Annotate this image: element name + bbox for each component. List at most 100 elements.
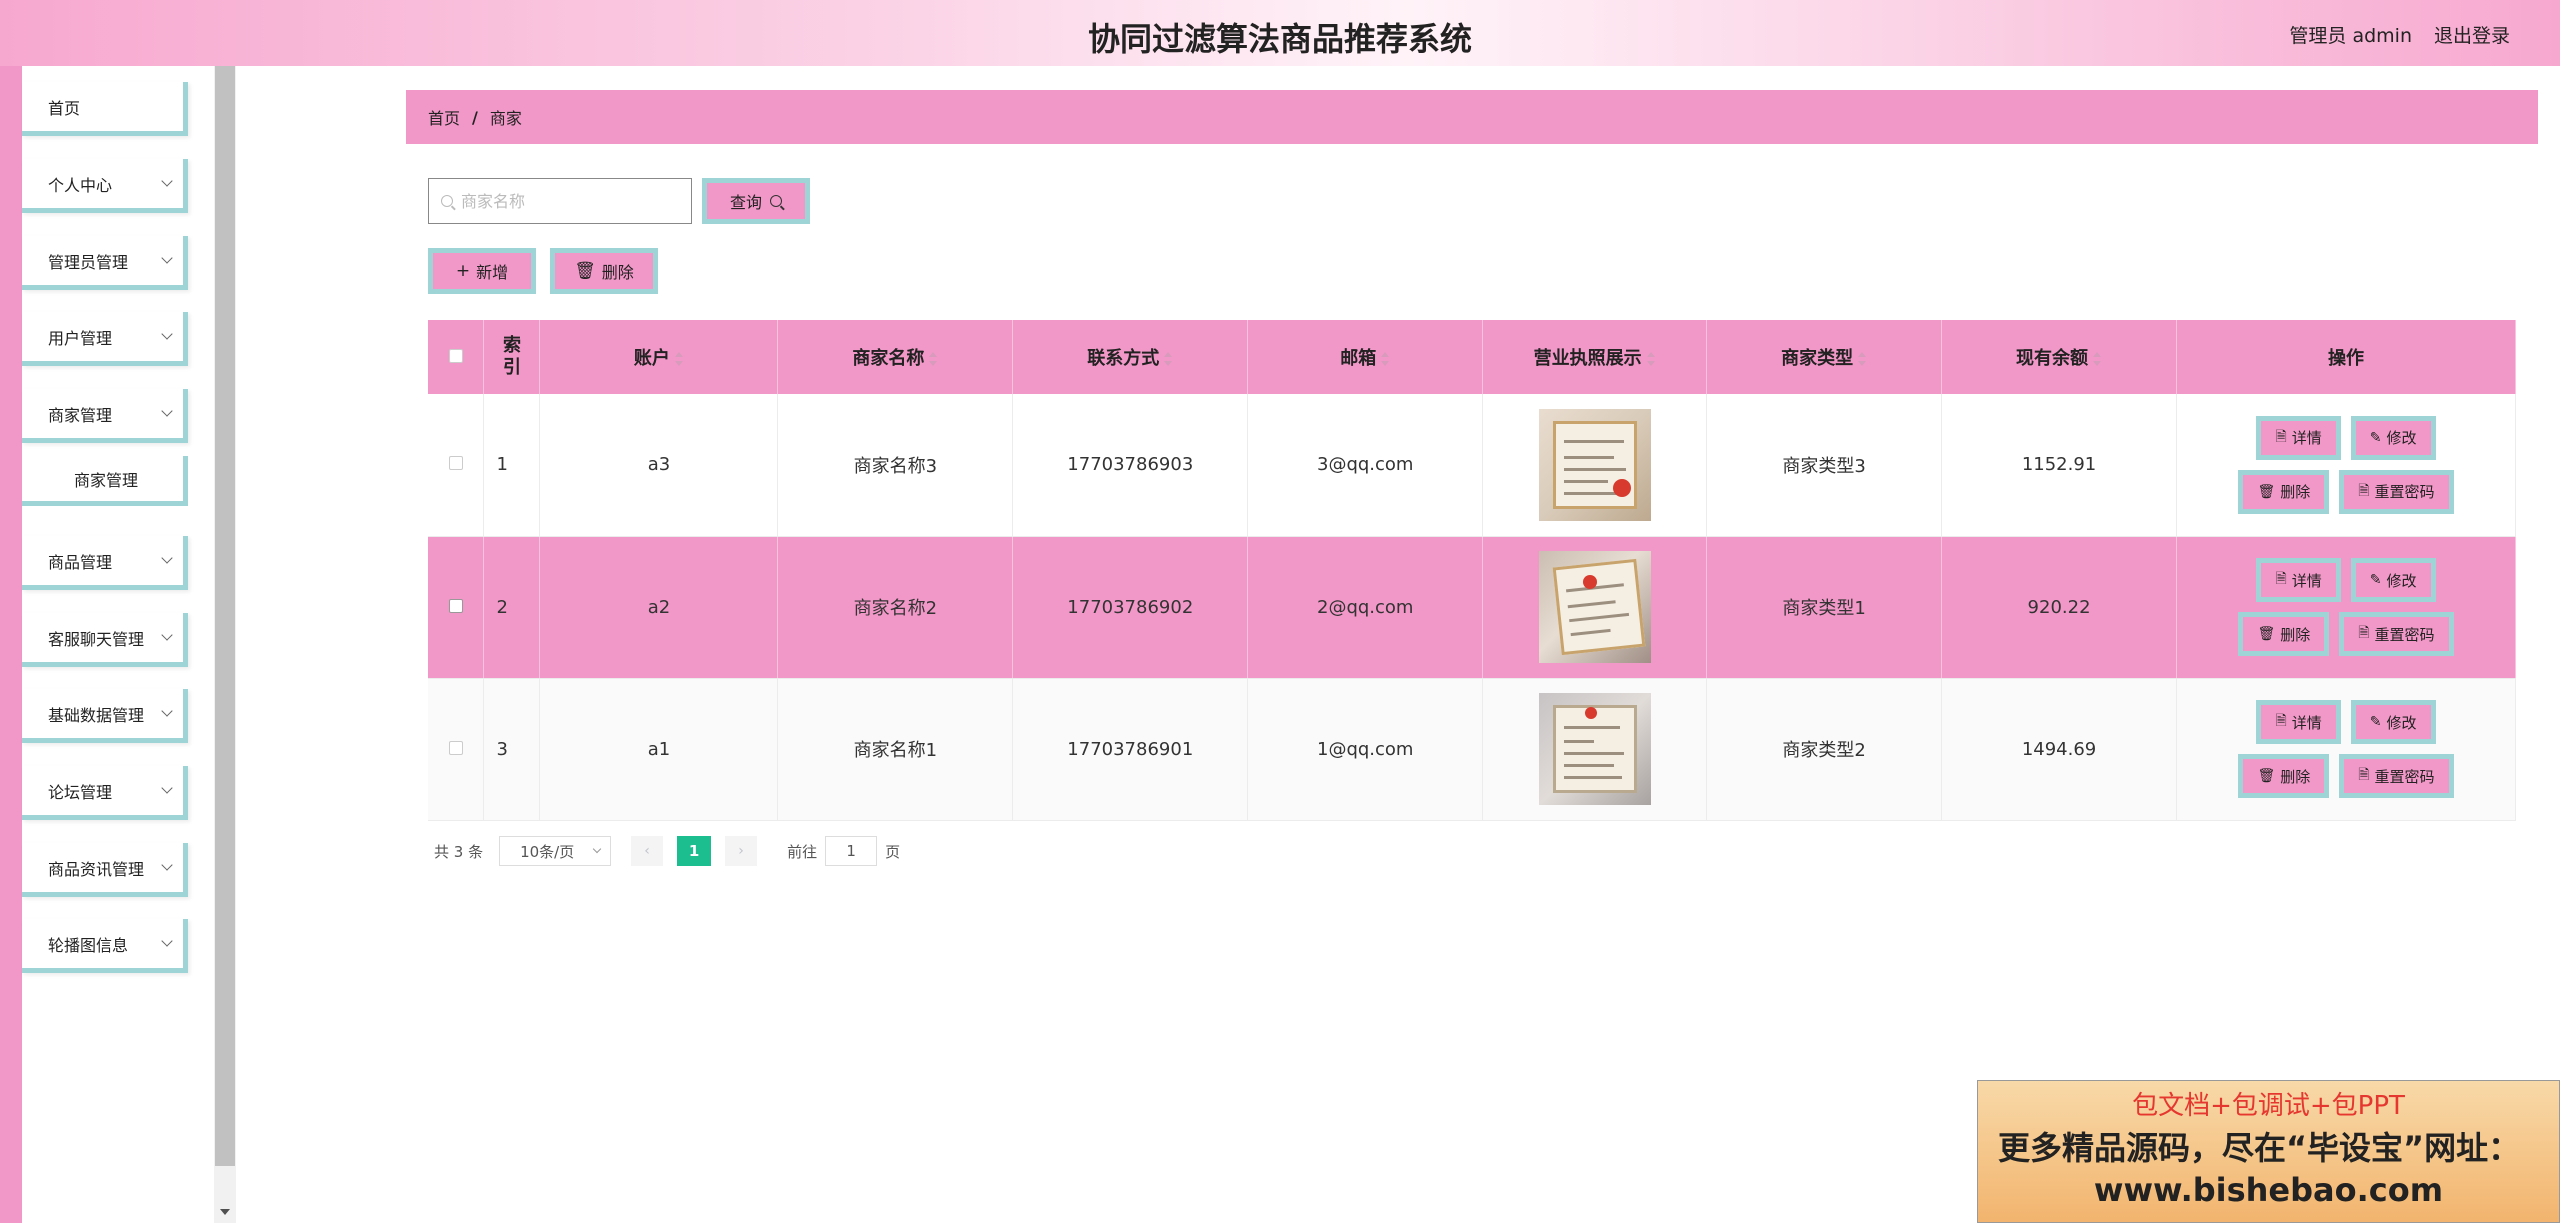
reset-password-button[interactable]: 🗎 重置密码 bbox=[2339, 754, 2454, 798]
next-page-button[interactable]: › bbox=[725, 836, 758, 866]
page-size-select[interactable]: 10条/页 bbox=[499, 836, 612, 866]
delete-button[interactable]: 🗑 删除 bbox=[2238, 754, 2330, 798]
sidebar: 首页 个人中心 管理员管理 用户管理 商家管理 商家管理 商品管理 客服聊天管理… bbox=[22, 66, 214, 1223]
sort-icon[interactable] bbox=[1857, 352, 1867, 366]
cell-account: a3 bbox=[539, 394, 779, 537]
row-checkbox[interactable] bbox=[448, 740, 463, 755]
sort-icon[interactable] bbox=[1646, 352, 1656, 366]
promo-url: www.bishebao.com bbox=[2093, 1171, 2444, 1209]
sidebar-accent-strip bbox=[0, 66, 22, 1223]
search-input[interactable] bbox=[461, 191, 681, 211]
license-image[interactable] bbox=[1538, 693, 1651, 805]
edit-button[interactable]: ✎ 修改 bbox=[2350, 415, 2436, 460]
merchant-table: 索引 账户 商家名称 联系方式 邮箱 营业执照展示 商家类型 现有余额 操作 1… bbox=[428, 320, 2516, 821]
batch-delete-button[interactable]: 🗑 删除 bbox=[550, 248, 658, 294]
chevron-down-icon bbox=[161, 328, 173, 340]
sidebar-item-carousel[interactable]: 轮播图信息 bbox=[22, 919, 188, 973]
sidebar-item-news[interactable]: 商品资讯管理 bbox=[22, 843, 188, 897]
cell-email: 3@qq.com bbox=[1247, 394, 1484, 537]
cell-index: 2 bbox=[483, 536, 541, 679]
page-number-current[interactable]: 1 bbox=[677, 836, 712, 866]
sidebar-item-merchants[interactable]: 商家管理 bbox=[22, 389, 188, 443]
delete-button[interactable]: 🗑 删除 bbox=[2238, 469, 2330, 514]
logout-link[interactable]: 退出登录 bbox=[2434, 21, 2510, 48]
breadcrumb-separator: / bbox=[472, 107, 478, 127]
column-header-account[interactable]: 账户 bbox=[539, 320, 779, 394]
detail-button[interactable]: 🗎 详情 bbox=[2256, 558, 2341, 602]
sort-icon[interactable] bbox=[1163, 352, 1173, 366]
column-header-phone[interactable]: 联系方式 bbox=[1012, 320, 1249, 394]
sidebar-scrollbar[interactable] bbox=[214, 66, 236, 1223]
detail-button[interactable]: 🗎 详情 bbox=[2256, 700, 2341, 744]
sort-icon[interactable] bbox=[2092, 352, 2102, 366]
query-button[interactable]: 查询 bbox=[702, 178, 810, 224]
detail-button[interactable]: 🗎 详情 bbox=[2256, 415, 2341, 460]
chevron-down-icon bbox=[592, 844, 602, 854]
search-field[interactable] bbox=[428, 178, 692, 224]
sidebar-item-forum[interactable]: 论坛管理 bbox=[22, 766, 188, 820]
column-header-license[interactable]: 营业执照展示 bbox=[1482, 320, 1708, 394]
promo-line-2: 更多精品源码，尽在“毕设宝”网址： bbox=[1998, 1129, 2521, 1167]
column-header-actions: 操作 bbox=[2176, 320, 2516, 394]
chevron-down-icon bbox=[161, 175, 173, 187]
cell-phone: 17703786903 bbox=[1012, 394, 1249, 537]
sidebar-item-users[interactable]: 用户管理 bbox=[22, 312, 188, 366]
reset-password-button[interactable]: 🗎 重置密码 bbox=[2339, 612, 2454, 656]
promo-line-1: 包文档+包调试+包PPT bbox=[2132, 1091, 2405, 1121]
cell-email: 1@qq.com bbox=[1247, 678, 1484, 821]
add-button[interactable]: + 新增 bbox=[428, 248, 536, 294]
row-checkbox[interactable] bbox=[448, 456, 463, 471]
select-all-cell[interactable] bbox=[428, 320, 485, 394]
sort-icon[interactable] bbox=[674, 352, 684, 366]
pagination: 共 3 条 10条/页 ‹ 1 › 前往 1 页 bbox=[434, 836, 900, 866]
trash-icon: 🗑 bbox=[2257, 768, 2276, 784]
document-icon: 🗎 bbox=[2358, 625, 2370, 641]
reset-password-button[interactable]: 🗎 重置密码 bbox=[2339, 469, 2454, 514]
sidebar-item-home[interactable]: 首页 bbox=[22, 82, 188, 136]
column-header-name[interactable]: 商家名称 bbox=[777, 320, 1014, 394]
column-header-balance[interactable]: 现有余额 bbox=[1941, 320, 2178, 394]
prev-page-button[interactable]: ‹ bbox=[631, 836, 664, 866]
goto-page-input[interactable]: 1 bbox=[825, 836, 878, 866]
scrollbar-thumb[interactable] bbox=[215, 66, 235, 1166]
table-row: 2 a2 商家名称2 17703786902 2@qq.com 商家类型1 92… bbox=[428, 536, 2516, 679]
document-icon: 🗎 bbox=[2358, 767, 2370, 783]
search-icon bbox=[770, 195, 782, 207]
column-header-email[interactable]: 邮箱 bbox=[1247, 320, 1484, 394]
current-user: 管理员 admin bbox=[2289, 25, 2412, 47]
sidebar-item-basic-data[interactable]: 基础数据管理 bbox=[22, 689, 188, 743]
cell-type: 商家类型2 bbox=[1706, 678, 1943, 821]
chevron-down-icon bbox=[161, 252, 173, 264]
sidebar-item-products[interactable]: 商品管理 bbox=[22, 536, 188, 590]
goto-suffix: 页 bbox=[885, 842, 901, 861]
column-header-type[interactable]: 商家类型 bbox=[1706, 320, 1943, 394]
license-image[interactable] bbox=[1538, 551, 1651, 663]
search-icon bbox=[441, 195, 453, 207]
breadcrumb-home[interactable]: 首页 bbox=[428, 105, 460, 129]
cell-type: 商家类型1 bbox=[1706, 536, 1943, 679]
trash-icon: 🗑 bbox=[2257, 626, 2276, 642]
pencil-icon: ✎ bbox=[2369, 714, 2382, 730]
cell-index: 1 bbox=[483, 394, 541, 537]
sidebar-item-chat[interactable]: 客服聊天管理 bbox=[22, 613, 188, 667]
cell-name: 商家名称1 bbox=[777, 678, 1014, 821]
cell-email: 2@qq.com bbox=[1247, 536, 1484, 679]
sort-icon[interactable] bbox=[1380, 352, 1390, 366]
scroll-down-icon[interactable] bbox=[220, 1209, 230, 1215]
cell-balance: 1494.69 bbox=[1941, 678, 2178, 821]
cell-account: a1 bbox=[539, 678, 779, 821]
sidebar-item-profile[interactable]: 个人中心 bbox=[22, 159, 188, 213]
license-image[interactable] bbox=[1538, 408, 1651, 521]
app-title: 协同过滤算法商品推荐系统 bbox=[1087, 20, 1472, 58]
sidebar-subitem-merchants[interactable]: 商家管理 bbox=[22, 456, 188, 506]
delete-button[interactable]: 🗑 删除 bbox=[2238, 612, 2330, 656]
row-checkbox[interactable] bbox=[448, 598, 463, 613]
sort-icon[interactable] bbox=[928, 352, 938, 366]
select-all-checkbox[interactable] bbox=[448, 348, 463, 363]
edit-button[interactable]: ✎ 修改 bbox=[2350, 558, 2436, 602]
document-icon: 🗎 bbox=[2275, 571, 2287, 587]
sidebar-item-admin[interactable]: 管理员管理 bbox=[22, 236, 188, 290]
edit-button[interactable]: ✎ 修改 bbox=[2350, 700, 2436, 744]
pencil-icon: ✎ bbox=[2369, 429, 2382, 446]
chevron-down-icon bbox=[161, 935, 173, 947]
